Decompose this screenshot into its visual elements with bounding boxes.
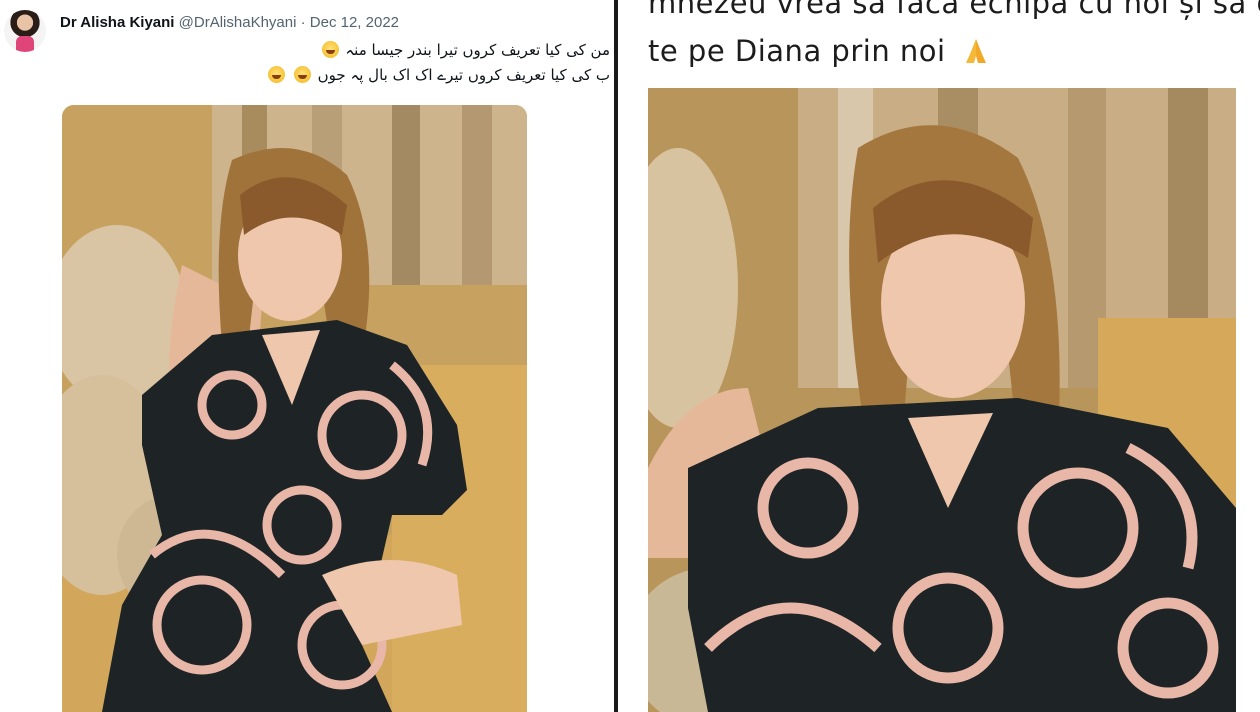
grinning-face-icon (293, 66, 311, 83)
caption-line-1: mnezeu vrea sa faca echipa cu noi și să … (648, 0, 1260, 20)
tweet-panel: Dr Alisha Kiyani @DrAlishaKhyani · Dec 1… (0, 0, 614, 712)
caption-line-2: te pe Diana prin noi (648, 34, 991, 68)
grinning-face-icon (321, 41, 339, 58)
separator: · (300, 14, 306, 31)
tweet-header: Dr Alisha Kiyani @DrAlishaKhyani · Dec 1… (60, 14, 399, 31)
tweet-text-line-2: ب کی کیا تعریف کروں تیرے اک اک بال پہ جو… (90, 66, 610, 84)
handle[interactable]: @DrAlishaKhyani (179, 14, 297, 31)
tweet-text-1: من کی کیا تعریف کروں تیرا بندر جیسا منہ (345, 41, 610, 59)
grinning-face-icon (268, 66, 286, 83)
woman-in-pajamas-photo (62, 105, 527, 712)
display-name[interactable]: Dr Alisha Kiyani (60, 14, 174, 31)
tweet-date[interactable]: Dec 12, 2022 (310, 14, 399, 31)
repost-panel: mnezeu vrea sa faca echipa cu noi și să … (618, 0, 1260, 712)
caption-text-2: te pe Diana prin noi (648, 34, 946, 68)
tweet-text-2: ب کی کیا تعریف کروں تیرے اک اک بال پہ جو… (317, 66, 610, 84)
tweet-photo[interactable] (62, 105, 527, 712)
woman-in-pajamas-photo-zoomed (648, 88, 1236, 712)
repost-photo[interactable] (648, 88, 1236, 712)
praying-hands-icon (966, 39, 987, 63)
avatar[interactable] (4, 10, 46, 52)
tweet-text-line-1: من کی کیا تعریف کروں تیرا بندر جیسا منہ (90, 41, 610, 59)
